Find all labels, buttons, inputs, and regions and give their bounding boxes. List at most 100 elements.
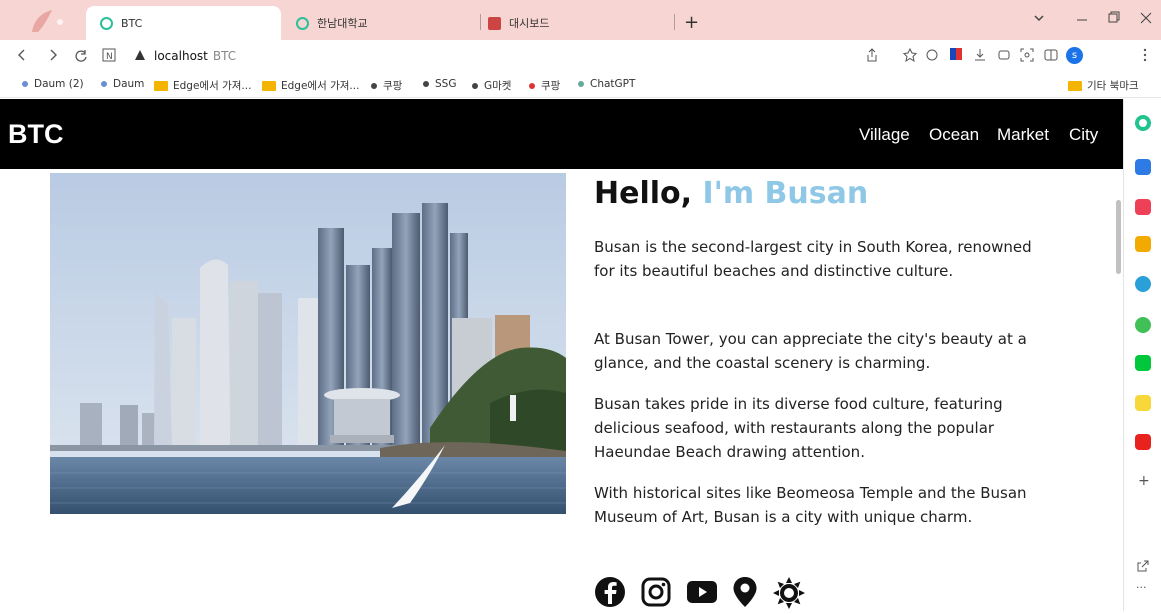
copilot-icon[interactable] bbox=[1135, 115, 1151, 131]
tower-paragraph: At Busan Tower, you can appreciate the c… bbox=[594, 330, 1027, 372]
note-icon[interactable] bbox=[1135, 395, 1151, 411]
bookmark-label: G마켓 bbox=[484, 80, 512, 92]
profile-avatar[interactable]: s bbox=[1066, 47, 1083, 64]
pocket-icon[interactable] bbox=[1135, 199, 1151, 215]
page-title: Hello, I'm Busan bbox=[594, 176, 868, 211]
restore-button[interactable] bbox=[1108, 10, 1120, 28]
edge-sidebar: + ··· bbox=[1123, 99, 1161, 611]
bookmark-daum2[interactable]: Daum (2) bbox=[22, 78, 84, 90]
wow-icon[interactable] bbox=[1135, 434, 1151, 450]
bookmark-label: ChatGPT bbox=[590, 78, 636, 90]
globe-icon bbox=[296, 16, 309, 30]
bookmark-ssg[interactable]: SSG bbox=[423, 78, 456, 90]
back-icon[interactable] bbox=[16, 48, 28, 66]
globe-icon bbox=[578, 81, 584, 87]
youtube-icon[interactable] bbox=[686, 576, 718, 614]
favorites-star-icon[interactable] bbox=[1135, 236, 1151, 252]
bookmark-gmarket[interactable]: G마켓 bbox=[472, 78, 511, 93]
bookmark-label: 쿠팡 bbox=[383, 80, 403, 92]
tab-label: BTC bbox=[121, 16, 143, 30]
edge-browser-icon[interactable] bbox=[1135, 276, 1151, 292]
globe-icon bbox=[100, 16, 113, 30]
toolbar: N localhost BTC s bbox=[0, 40, 1161, 72]
extension-icon[interactable] bbox=[925, 48, 939, 66]
globe-icon bbox=[529, 82, 535, 89]
bookmark-label: 기타 북마크 bbox=[1087, 80, 1139, 92]
reload-icon[interactable] bbox=[74, 48, 88, 66]
address-field[interactable]: localhost BTC bbox=[134, 46, 734, 66]
site-logo[interactable]: BTC bbox=[8, 119, 64, 150]
nav-village[interactable]: Village bbox=[859, 125, 910, 145]
bookmark-folder-edge-2[interactable]: Edge에서 가져... bbox=[262, 78, 359, 93]
close-window-button[interactable] bbox=[1140, 10, 1152, 28]
minimize-button[interactable] bbox=[1076, 10, 1088, 28]
heading-prefix: Hello, bbox=[594, 176, 693, 211]
food-paragraph: Busan takes pride in its diverse food cu… bbox=[594, 395, 1003, 461]
bookmark-label: Edge에서 가져... bbox=[281, 80, 360, 92]
warning-icon bbox=[134, 49, 146, 64]
map-pin-icon[interactable] bbox=[732, 576, 758, 614]
share-icon[interactable] bbox=[865, 48, 879, 66]
other-bookmarks[interactable]: 기타 북마크 bbox=[1068, 78, 1139, 93]
globe-icon bbox=[472, 82, 478, 89]
nav-city[interactable]: City bbox=[1069, 125, 1098, 145]
bookmark-label: SSG bbox=[435, 78, 457, 90]
tab-label: 한남대학교 bbox=[317, 17, 368, 30]
page-scrollbar[interactable] bbox=[1116, 200, 1121, 274]
wallet-icon[interactable] bbox=[1135, 159, 1151, 175]
folder-icon bbox=[1068, 80, 1082, 91]
sun-icon[interactable] bbox=[772, 576, 806, 614]
browser-logo-icon bbox=[14, 8, 74, 34]
tab-btc[interactable]: BTC bbox=[86, 6, 281, 40]
intro-paragraph: Busan is the second-largest city in Sout… bbox=[594, 238, 1032, 280]
instagram-icon[interactable] bbox=[640, 576, 672, 614]
nav-market[interactable]: Market bbox=[997, 125, 1049, 145]
side-panel-icon[interactable] bbox=[1044, 48, 1058, 66]
svg-text:N: N bbox=[106, 52, 113, 62]
bookmarks-bar: Daum (2) Daum Edge에서 가져... Edge에서 가져... … bbox=[0, 72, 1161, 98]
new-tab-button[interactable]: + bbox=[684, 12, 699, 33]
tab-hannam[interactable]: 한남대학교 bbox=[296, 6, 466, 40]
globe-icon bbox=[371, 82, 377, 89]
site-navbar: BTC Village Ocean Market City bbox=[0, 99, 1123, 169]
bookmark-label: Daum (2) bbox=[34, 78, 84, 90]
play-icon[interactable] bbox=[1135, 317, 1151, 333]
social-links bbox=[594, 576, 806, 614]
bookmark-daum[interactable]: Daum bbox=[101, 78, 144, 90]
forward-icon[interactable] bbox=[47, 48, 59, 66]
address-title: BTC bbox=[212, 49, 237, 63]
bookmark-label: Daum bbox=[113, 78, 145, 90]
webtoon-icon[interactable] bbox=[1135, 355, 1151, 371]
globe-icon bbox=[101, 81, 107, 87]
bookmark-chatgpt[interactable]: ChatGPT bbox=[578, 78, 635, 90]
tab-action-icon[interactable] bbox=[997, 48, 1011, 66]
address-host: localhost bbox=[154, 49, 208, 63]
history-paragraph: With historical sites like Beomeosa Temp… bbox=[594, 484, 1027, 526]
facebook-icon[interactable] bbox=[594, 576, 626, 614]
tab-dashboard[interactable]: 대시보드 bbox=[488, 6, 668, 40]
tab-label: 대시보드 bbox=[509, 17, 550, 30]
add-sidebar-app-icon[interactable]: + bbox=[1138, 473, 1150, 489]
bookmark-coupang[interactable]: 쿠팡 bbox=[371, 78, 402, 93]
bookmark-coupang-2[interactable]: 쿠팡 bbox=[529, 78, 560, 93]
naver-home-icon[interactable]: N bbox=[102, 48, 116, 66]
bookmark-label: Edge에서 가져... bbox=[173, 80, 252, 92]
tab-strip: BTC 한남대학교 대시보드 + bbox=[0, 0, 1161, 40]
nav-ocean[interactable]: Ocean bbox=[929, 125, 979, 145]
menu-kebab-icon[interactable] bbox=[1142, 47, 1148, 67]
tab-divider bbox=[480, 14, 481, 30]
download-icon[interactable] bbox=[973, 48, 987, 66]
globe-icon bbox=[22, 81, 28, 87]
dashboard-favicon-icon bbox=[488, 16, 501, 30]
more-options-icon[interactable]: ··· bbox=[1136, 581, 1147, 594]
bookmark-star-icon[interactable] bbox=[902, 47, 918, 66]
busan-hero-image bbox=[50, 173, 566, 514]
tab-search-chevron-icon[interactable] bbox=[1033, 12, 1045, 28]
flag-extension-icon[interactable] bbox=[949, 47, 963, 65]
globe-icon bbox=[423, 81, 429, 87]
tab-divider bbox=[674, 14, 675, 30]
bookmark-folder-edge-1[interactable]: Edge에서 가져... bbox=[154, 78, 251, 93]
folder-icon bbox=[262, 80, 276, 91]
screenshot-icon[interactable] bbox=[1020, 48, 1034, 66]
open-external-icon[interactable] bbox=[1136, 559, 1150, 577]
